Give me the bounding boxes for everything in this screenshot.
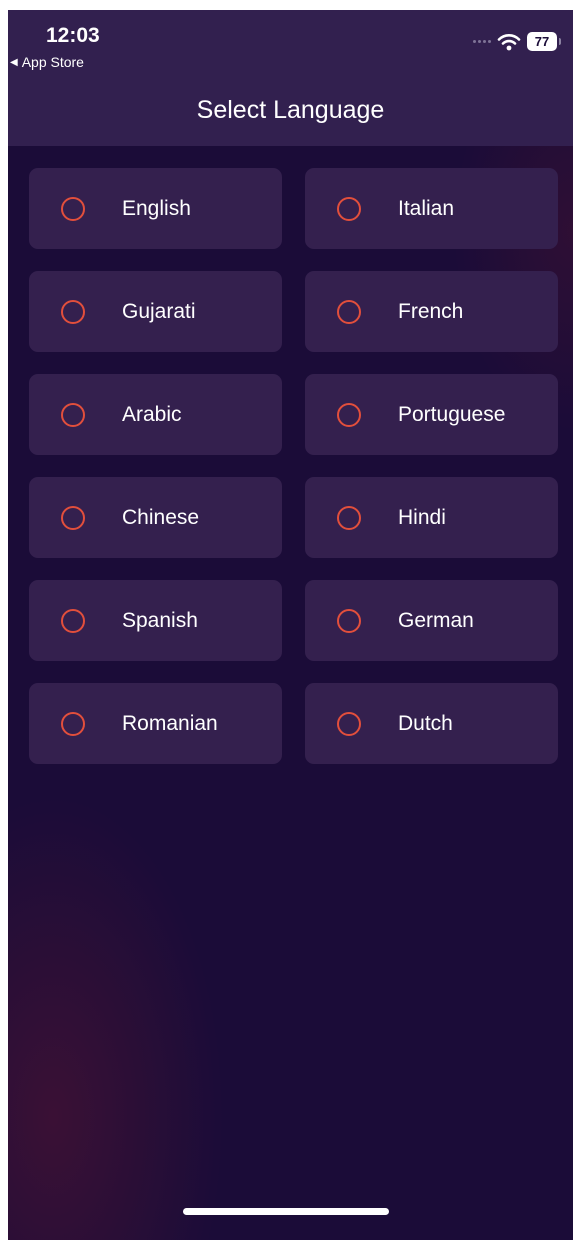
app-screen: 12:03 ◀ App Store 77 Select Language Eng… (8, 10, 573, 1240)
battery-level: 77 (527, 32, 557, 51)
battery-icon: 77 (527, 32, 561, 51)
radio-unchecked-icon[interactable] (337, 299, 361, 324)
language-option-german[interactable]: German (305, 580, 558, 661)
language-label: Arabic (122, 402, 182, 426)
language-label: Dutch (398, 711, 453, 735)
page-title: Select Language (196, 96, 385, 124)
back-triangle-icon: ◀ (10, 56, 18, 68)
language-label: English (122, 196, 191, 220)
radio-unchecked-icon[interactable] (337, 608, 361, 633)
language-grid: English Italian Gujarati French Arabic P… (29, 168, 558, 764)
radio-unchecked-icon[interactable] (337, 402, 361, 427)
radio-unchecked-icon[interactable] (337, 505, 361, 530)
language-option-gujarati[interactable]: Gujarati (29, 271, 282, 352)
language-option-dutch[interactable]: Dutch (305, 683, 558, 764)
language-label: Gujarati (122, 299, 196, 323)
language-label: Romanian (122, 711, 218, 735)
language-option-arabic[interactable]: Arabic (29, 374, 282, 455)
top-bar: 12:03 ◀ App Store 77 Select Language (8, 10, 573, 146)
radio-unchecked-icon[interactable] (61, 299, 85, 324)
status-indicators: 77 (473, 32, 561, 51)
radio-unchecked-icon[interactable] (337, 711, 361, 736)
status-time: 12:03 (46, 24, 100, 47)
language-option-english[interactable]: English (29, 168, 282, 249)
language-label: Italian (398, 196, 455, 220)
back-app-label: App Store (21, 54, 84, 70)
language-label: German (398, 608, 474, 632)
language-option-portuguese[interactable]: Portuguese (305, 374, 558, 455)
language-label: Hindi (398, 505, 446, 529)
language-label: French (398, 299, 464, 323)
language-label: Portuguese (398, 402, 506, 426)
language-label: Chinese (122, 505, 200, 529)
radio-unchecked-icon[interactable] (61, 608, 85, 633)
language-option-italian[interactable]: Italian (305, 168, 558, 249)
signal-dots-icon (473, 40, 491, 43)
home-indicator[interactable] (183, 1208, 389, 1215)
radio-unchecked-icon[interactable] (61, 505, 85, 530)
language-option-french[interactable]: French (305, 271, 558, 352)
radio-unchecked-icon[interactable] (337, 196, 361, 221)
language-option-romanian[interactable]: Romanian (29, 683, 282, 764)
language-option-spanish[interactable]: Spanish (29, 580, 282, 661)
wifi-icon (497, 33, 521, 50)
radio-unchecked-icon[interactable] (61, 196, 85, 221)
radio-unchecked-icon[interactable] (61, 402, 85, 427)
radio-unchecked-icon[interactable] (61, 711, 85, 736)
language-option-chinese[interactable]: Chinese (29, 477, 282, 558)
language-option-hindi[interactable]: Hindi (305, 477, 558, 558)
language-label: Spanish (122, 608, 198, 632)
back-to-app-store-link[interactable]: ◀ App Store (10, 54, 84, 70)
